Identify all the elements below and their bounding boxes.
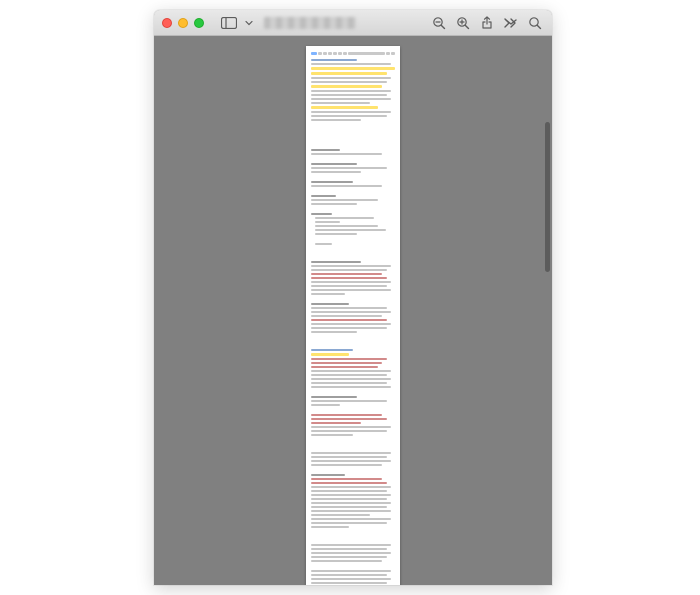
- zoom-in-icon: [456, 16, 470, 30]
- more-button[interactable]: [502, 14, 520, 32]
- captured-app-toolbar: [311, 50, 395, 56]
- window-title: [264, 17, 356, 29]
- zoom-in-button[interactable]: [454, 14, 472, 32]
- close-button[interactable]: [162, 18, 172, 28]
- minimize-button[interactable]: [178, 18, 188, 28]
- zoom-button[interactable]: [194, 18, 204, 28]
- doc-section: [311, 452, 395, 528]
- doc-section: [311, 544, 395, 585]
- share-button[interactable]: [478, 14, 496, 32]
- preview-window: [154, 10, 552, 585]
- chevron-down-icon: [245, 19, 253, 27]
- search-button[interactable]: [526, 14, 544, 32]
- traffic-lights: [162, 18, 204, 28]
- doc-section: [311, 59, 395, 121]
- document-page: [306, 46, 400, 585]
- search-icon: [528, 16, 542, 30]
- share-icon: [481, 16, 493, 30]
- more-icon: [504, 18, 518, 28]
- doc-section: [311, 261, 395, 333]
- document-viewport[interactable]: [154, 36, 552, 585]
- titlebar: [154, 10, 552, 36]
- sidebar-menu-chevron[interactable]: [244, 14, 254, 32]
- scrollbar-thumb[interactable]: [545, 122, 550, 272]
- doc-section: [311, 349, 395, 436]
- zoom-out-icon: [432, 16, 446, 30]
- vertical-scrollbar[interactable]: [545, 36, 550, 583]
- doc-section: [311, 149, 395, 245]
- zoom-out-button[interactable]: [430, 14, 448, 32]
- sidebar-toggle[interactable]: [220, 14, 238, 32]
